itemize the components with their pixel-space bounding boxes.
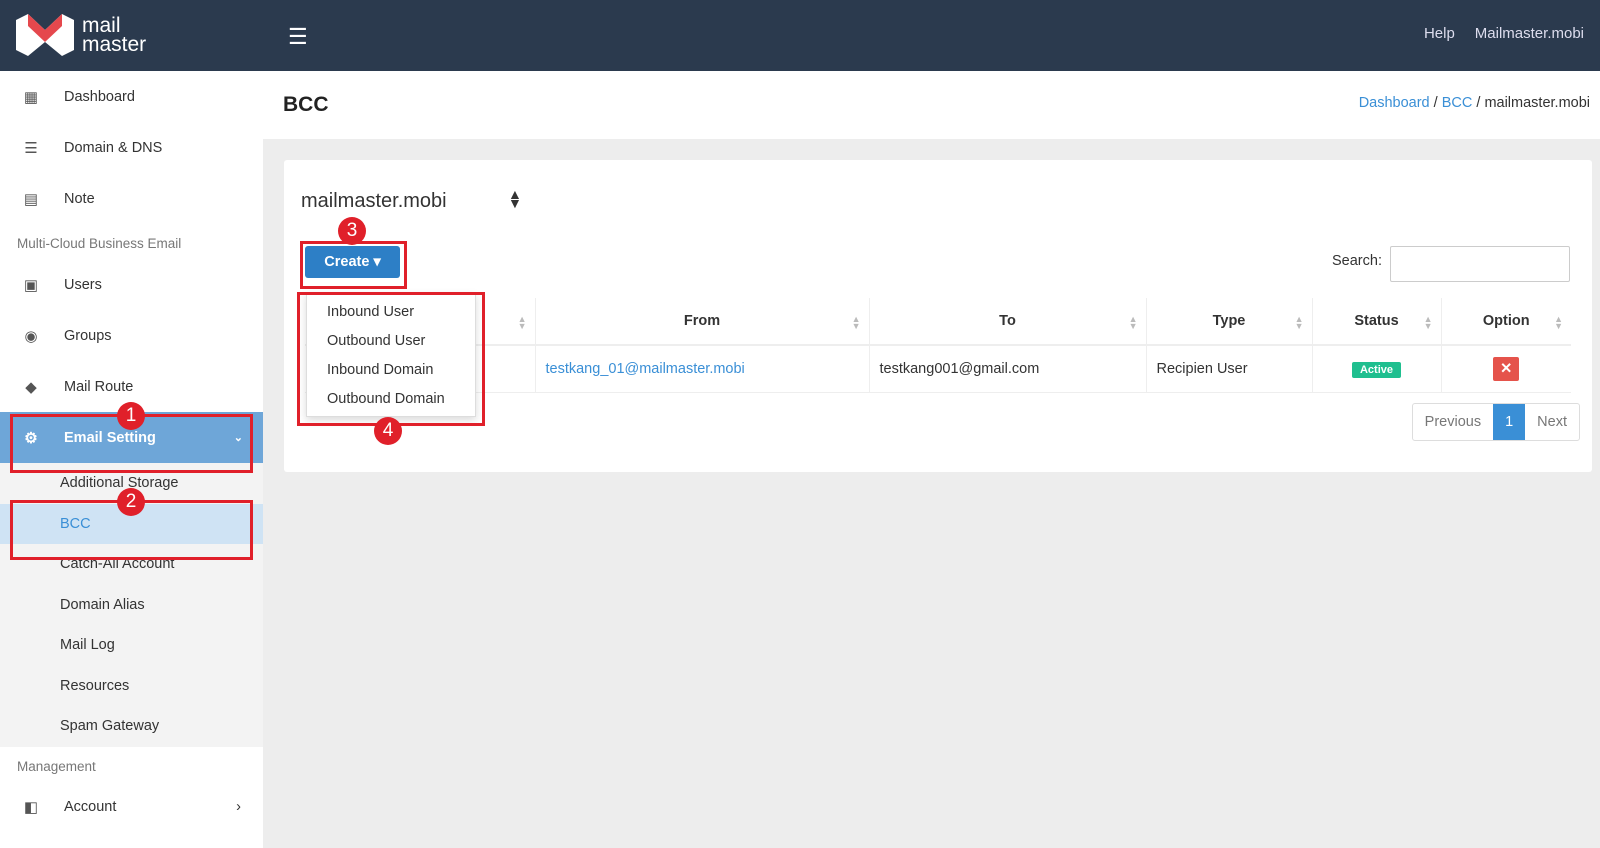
sidebar-item-label: Note xyxy=(64,190,95,207)
annotation-badge: 3 xyxy=(338,217,366,245)
caret-down-icon: ▾ xyxy=(373,254,381,270)
sidebar-item-dashboard[interactable]: ▦ Dashboard xyxy=(0,71,263,122)
sidebar-item-note[interactable]: ▤ Note xyxy=(0,173,263,224)
sidebar-subitem-mail-log[interactable]: Mail Log xyxy=(0,625,263,666)
breadcrumb-bcc[interactable]: BCC xyxy=(1442,95,1473,111)
chevron-down-icon: ⌄ xyxy=(233,432,243,444)
account-link[interactable]: Mailmaster.mobi xyxy=(1475,25,1584,42)
dashboard-icon: ▦ xyxy=(23,88,39,106)
sort-icon: ▲ ▼ xyxy=(1554,314,1563,331)
column-header-status[interactable]: Status ▲ ▼ xyxy=(1311,298,1441,346)
sidebar-item-label: Domain & DNS xyxy=(64,139,163,156)
sidebar-section-title: Management xyxy=(17,758,96,774)
search-input[interactable] xyxy=(1390,246,1570,282)
sort-icon: ▲ ▼ xyxy=(1423,314,1433,331)
pagination: Previous 1 Next xyxy=(1411,403,1580,441)
sidebar-item-label: Users xyxy=(64,276,102,293)
type-cell: Recipien User xyxy=(1145,345,1312,393)
logo[interactable]: mail master xyxy=(14,12,146,58)
sidebar-item-label: Dashboard xyxy=(64,88,135,105)
sidebar-item-label: Email Setting xyxy=(64,429,156,446)
column-header-option[interactable]: Option ▲ ▼ xyxy=(1440,298,1571,346)
page-title: BCC xyxy=(283,93,329,116)
bcc-card: mailmaster.mobi ▲ ▼ Create ▾ Search: ▲ ▼ F… xyxy=(284,160,1592,472)
page-header: BCC Dashboard / BCC / mailmaster.mobi xyxy=(263,71,1600,139)
annotation-badge: 2 xyxy=(117,488,145,516)
breadcrumb-current: mailmaster.mobi xyxy=(1484,95,1590,111)
sort-icon: ▲ ▼ xyxy=(1128,314,1138,331)
top-bar: mail master ☰ Help Mailmaster.mobi xyxy=(0,0,1600,71)
table-header-row: ▲ ▼ From ▲ ▼ To ▲ ▼ Type ▲ ▼ Status ▲ ▼ Option ▲ ▼ xyxy=(305,298,1571,346)
sidebar-subitem-domain-alias[interactable]: Domain Alias xyxy=(0,584,263,625)
column-header-type[interactable]: Type ▲ ▼ xyxy=(1145,298,1312,346)
sidebar-item-label: Account xyxy=(64,799,117,815)
search-label: Search: xyxy=(1332,253,1382,269)
breadcrumb: Dashboard / BCC / mailmaster.mobi xyxy=(1358,95,1590,111)
previous-button[interactable]: Previous xyxy=(1413,404,1493,440)
menu-item-inbound-domain[interactable]: Inbound Domain xyxy=(307,356,475,385)
chevron-right-icon: › xyxy=(236,799,241,815)
sidebar-item-domain-dns[interactable]: ☰ Domain & DNS xyxy=(0,122,263,173)
column-header-to[interactable]: To ▲ ▼ xyxy=(868,298,1146,346)
page-1-button[interactable]: 1 xyxy=(1493,404,1526,440)
table-row: testkang_01@mailmaster.mobi testkang001@… xyxy=(305,345,1571,393)
menu-toggle-icon[interactable]: ☰ xyxy=(288,24,308,50)
from-cell[interactable]: testkang_01@mailmaster.mobi xyxy=(534,345,869,393)
create-label: Create xyxy=(324,254,370,270)
breadcrumb-dashboard[interactable]: Dashboard xyxy=(1359,95,1430,111)
route-icon: ◆ xyxy=(25,378,37,396)
sidebar-item-account[interactable]: ◧ Account › xyxy=(0,782,263,833)
sort-icon: ▲ ▼ xyxy=(851,314,861,331)
account-icon: ◧ xyxy=(23,799,39,816)
sidebar-section-title: Multi-Cloud Business Email xyxy=(17,236,182,251)
menu-item-outbound-domain[interactable]: Outbound Domain xyxy=(307,385,475,414)
server-icon: ☰ xyxy=(24,139,38,157)
calendar-icon: ▤ xyxy=(23,190,39,208)
menu-item-inbound-user[interactable]: Inbound User xyxy=(307,298,475,327)
annotation-badge: 4 xyxy=(374,417,402,445)
create-button[interactable]: Create ▾ xyxy=(305,246,400,278)
create-dropdown-menu: Inbound User Outbound User Inbound Domai… xyxy=(306,293,476,417)
sidebar-item-users[interactable]: ▣ Users xyxy=(0,259,263,310)
help-link[interactable]: Help xyxy=(1424,25,1455,42)
bcc-table: ▲ ▼ From ▲ ▼ To ▲ ▼ Type ▲ ▼ Status ▲ ▼ Option ▲ ▼ … xyxy=(305,298,1571,393)
domain-select[interactable]: mailmaster.mobi xyxy=(301,190,447,213)
user-card-icon: ▣ xyxy=(23,276,39,294)
annotation-badge: 1 xyxy=(117,402,145,430)
sidebar-subitem-spam-gateway[interactable]: Spam Gateway xyxy=(0,706,263,747)
mailmaster-logo-icon xyxy=(16,14,74,56)
menu-item-outbound-user[interactable]: Outbound User xyxy=(307,327,475,356)
sidebar-subitem-resources[interactable]: Resources xyxy=(0,665,263,706)
next-button[interactable]: Next xyxy=(1525,404,1579,440)
status-badge: Active xyxy=(1351,361,1402,378)
sidebar-item-groups[interactable]: ◉ Groups xyxy=(0,310,263,361)
gear-icon: ⚙ xyxy=(24,429,38,447)
column-header-from[interactable]: From ▲ ▼ xyxy=(534,298,869,346)
sidebar-item-label: Groups xyxy=(64,327,112,344)
sort-icon: ▲ ▼ xyxy=(517,314,527,331)
select-arrows-icon[interactable]: ▲ ▼ xyxy=(508,187,522,210)
sidebar-subitem-catch-all[interactable]: Catch-All Account xyxy=(0,544,263,585)
sidebar-item-label: Mail Route xyxy=(64,378,134,395)
groups-icon: ◉ xyxy=(24,327,38,345)
sidebar: ▦ Dashboard ☰ Domain & DNS ▤ Note Multi-Clo… xyxy=(0,71,263,848)
delete-icon[interactable]: ✕ xyxy=(1493,356,1520,381)
brand-line2: master xyxy=(82,33,147,56)
to-cell: testkang001@gmail.com xyxy=(868,345,1146,393)
sort-icon: ▲ ▼ xyxy=(1294,314,1304,331)
